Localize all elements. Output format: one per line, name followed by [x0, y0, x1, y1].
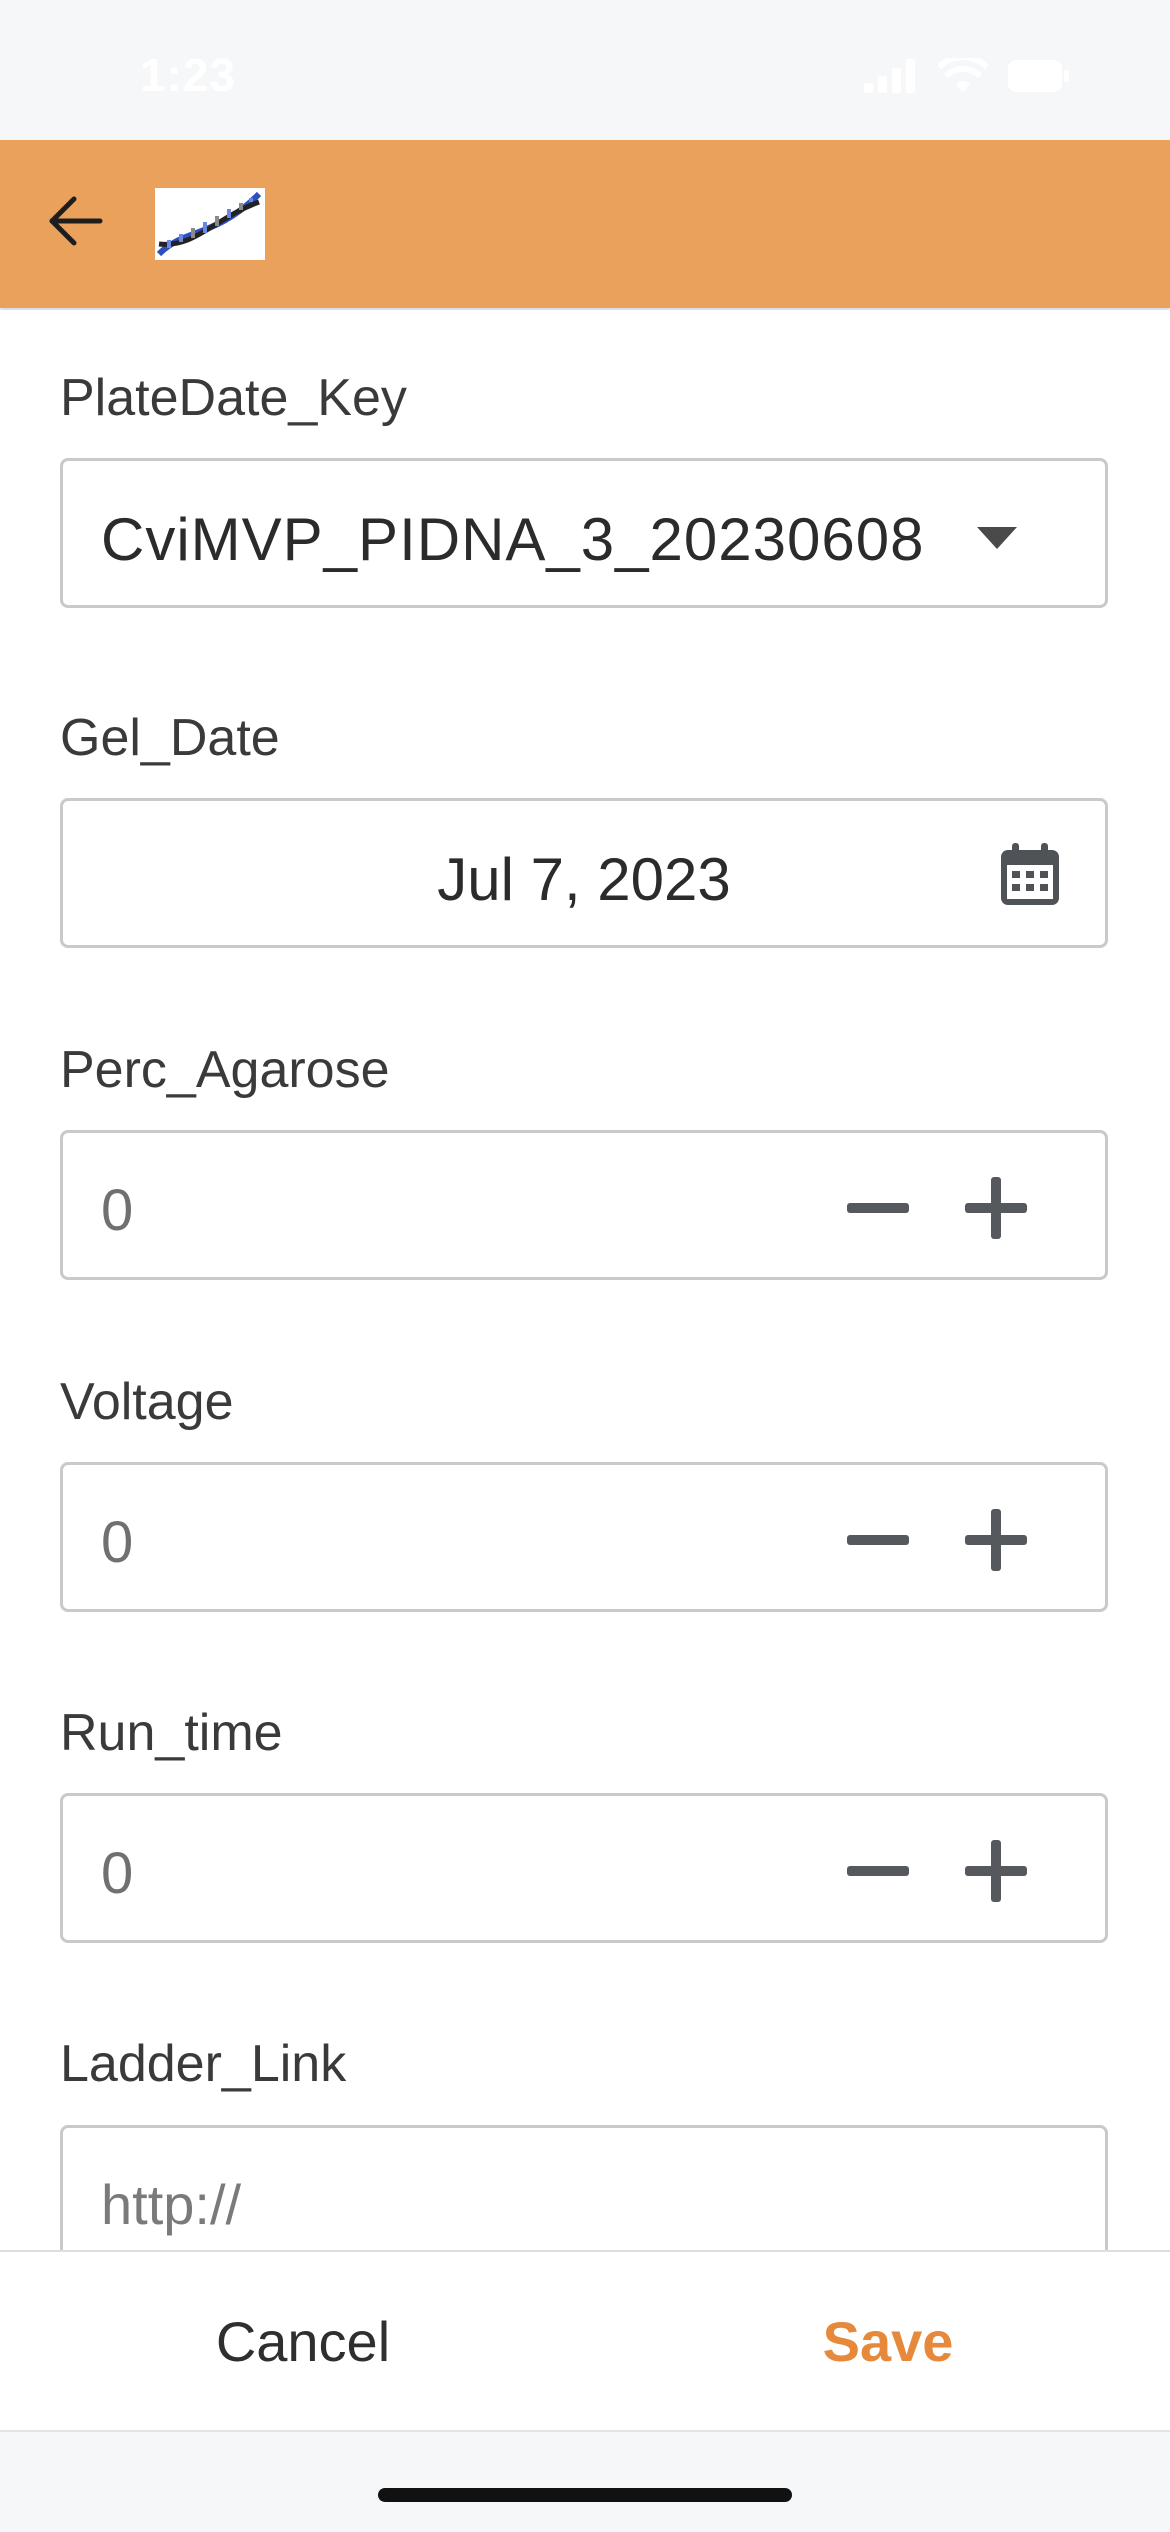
gel-date-picker[interactable]: Jul 7, 2023 [60, 798, 1108, 948]
run-time-field[interactable]: 0 [60, 1793, 1108, 1943]
cancel-button[interactable]: Cancel [0, 2252, 606, 2430]
app-header [0, 140, 1170, 308]
plate-date-key-value: CviMVP_PIDNA_3_20230608 [101, 506, 925, 573]
action-bar: Cancel Save [0, 2250, 1170, 2432]
gel-date-label: Gel_Date [60, 709, 280, 767]
wifi-icon [938, 58, 988, 92]
plate-date-key-select[interactable]: CviMVP_PIDNA_3_20230608 [60, 458, 1108, 608]
form-area: PlateDate_Key CviMVP_PIDNA_3_20230608 Ge… [0, 310, 1170, 2250]
status-icons [864, 58, 1070, 94]
minus-icon [847, 1866, 909, 1876]
plate-date-key-label: PlateDate_Key [60, 369, 407, 427]
perc-agarose-field[interactable]: 0 [60, 1130, 1108, 1280]
voltage-value: 0 [101, 1510, 134, 1575]
minus-icon [847, 1535, 909, 1545]
cellular-signal-icon [864, 59, 915, 93]
perc-agarose-decrement-button[interactable] [841, 1171, 915, 1245]
gel-date-value: Jul 7, 2023 [437, 846, 731, 913]
dna-helix-logo-icon [156, 191, 262, 257]
calendar-icon[interactable] [999, 841, 1061, 907]
save-button[interactable]: Save [606, 2252, 1170, 2430]
home-indicator[interactable] [378, 2488, 792, 2502]
minus-icon [847, 1203, 909, 1213]
voltage-field[interactable]: 0 [60, 1462, 1108, 1612]
plus-icon [965, 1177, 1027, 1239]
perc-agarose-value: 0 [101, 1178, 134, 1243]
ladder-link-label: Ladder_Link [60, 2035, 347, 2093]
status-bar: 1:23 [0, 0, 1170, 140]
plus-icon [965, 1840, 1027, 1902]
arrow-left-icon [49, 196, 103, 246]
run-time-decrement-button[interactable] [841, 1834, 915, 1908]
voltage-increment-button[interactable] [959, 1503, 1033, 1577]
ladder-link-input[interactable]: http:// [60, 2125, 1108, 2250]
chevron-down-icon [977, 527, 1017, 549]
run-time-increment-button[interactable] [959, 1834, 1033, 1908]
run-time-value: 0 [101, 1841, 134, 1906]
back-button[interactable] [30, 176, 120, 266]
status-time: 1:23 [140, 49, 237, 101]
voltage-label: Voltage [60, 1373, 234, 1431]
plus-icon [965, 1509, 1027, 1571]
run-time-label: Run_time [60, 1704, 283, 1762]
perc-agarose-increment-button[interactable] [959, 1171, 1033, 1245]
voltage-decrement-button[interactable] [841, 1503, 915, 1577]
battery-icon [1008, 60, 1069, 92]
app-logo [155, 188, 265, 260]
perc-agarose-label: Perc_Agarose [60, 1041, 390, 1099]
ladder-link-placeholder: http:// [101, 2173, 242, 2236]
